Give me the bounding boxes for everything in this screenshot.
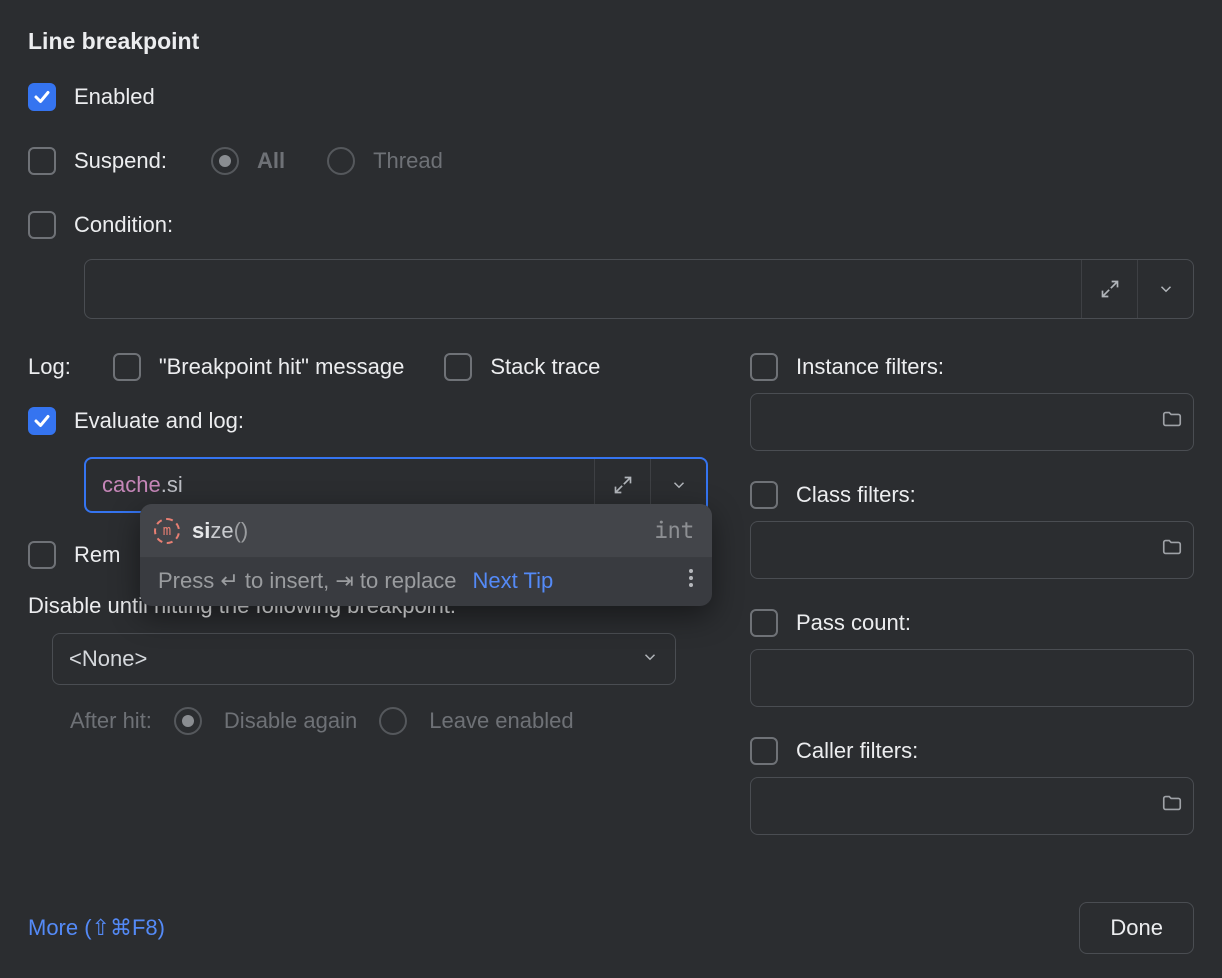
- suspend-all-label: All: [257, 148, 285, 174]
- log-stacktrace-label: Stack trace: [490, 354, 600, 380]
- pass-count-label: Pass count:: [796, 610, 911, 636]
- log-row: Log: "Breakpoint hit" message Stack trac…: [28, 353, 708, 381]
- panel-footer: More (⇧⌘F8) Done: [28, 902, 1194, 954]
- completion-return-type: int: [654, 516, 694, 545]
- instance-filters-label: Instance filters:: [796, 354, 944, 380]
- more-options-icon[interactable]: [678, 568, 704, 594]
- suspend-thread-radio[interactable]: [327, 147, 355, 175]
- condition-field[interactable]: [84, 259, 1194, 319]
- completion-next-tip-link[interactable]: Next Tip: [473, 568, 554, 594]
- enabled-row: Enabled: [28, 83, 1194, 111]
- pass-count-checkbox[interactable]: [750, 609, 778, 637]
- chevron-down-icon[interactable]: [1137, 260, 1193, 318]
- code-token-cache: cache: [102, 472, 161, 498]
- class-filters-checkbox[interactable]: [750, 481, 778, 509]
- disable-until-select[interactable]: <None>: [52, 633, 676, 685]
- condition-checkbox[interactable]: [28, 211, 56, 239]
- instance-filters-checkbox[interactable]: [750, 353, 778, 381]
- class-filters-field[interactable]: [750, 521, 1194, 579]
- instance-filters-row: Instance filters:: [750, 353, 1194, 381]
- chevron-down-icon: [641, 646, 659, 672]
- instance-filters-field[interactable]: [750, 393, 1194, 451]
- caller-filters-field[interactable]: [750, 777, 1194, 835]
- log-stacktrace-checkbox[interactable]: [444, 353, 472, 381]
- completion-item[interactable]: m size() int: [140, 504, 712, 558]
- class-filters-row: Class filters:: [750, 481, 1194, 509]
- completion-hint: Press ↵ to insert, ⇥ to replace Next Tip: [140, 558, 712, 606]
- folder-icon[interactable]: [1161, 792, 1183, 820]
- suspend-label: Suspend:: [74, 148, 167, 174]
- folder-icon[interactable]: [1161, 536, 1183, 564]
- caller-filters-row: Caller filters:: [750, 737, 1194, 765]
- disable-again-radio[interactable]: [174, 707, 202, 735]
- enabled-label: Enabled: [74, 84, 155, 110]
- condition-row: Condition:: [28, 211, 1194, 239]
- log-bphit-checkbox[interactable]: [113, 353, 141, 381]
- pass-count-row: Pass count:: [750, 609, 1194, 637]
- done-button[interactable]: Done: [1079, 902, 1194, 954]
- evaluate-label: Evaluate and log:: [74, 408, 244, 434]
- caller-filters-label: Caller filters:: [796, 738, 918, 764]
- suspend-row: Suspend: All Thread: [28, 147, 1194, 175]
- suspend-checkbox[interactable]: [28, 147, 56, 175]
- caller-filters-checkbox[interactable]: [750, 737, 778, 765]
- log-bphit-label: "Breakpoint hit" message: [159, 354, 405, 380]
- panel-title: Line breakpoint: [28, 28, 1194, 55]
- condition-label: Condition:: [74, 212, 173, 238]
- after-hit-row: After hit: Disable again Leave enabled: [70, 707, 708, 735]
- suspend-thread-label: Thread: [373, 148, 443, 174]
- pass-count-field[interactable]: [750, 649, 1194, 707]
- code-token-si: si: [167, 472, 183, 498]
- leave-enabled-label: Leave enabled: [429, 708, 573, 734]
- evaluate-checkbox[interactable]: [28, 407, 56, 435]
- disable-until-value: <None>: [69, 646, 147, 672]
- suspend-all-radio[interactable]: [211, 147, 239, 175]
- remove-checkbox[interactable]: [28, 541, 56, 569]
- after-hit-label: After hit:: [70, 708, 152, 734]
- class-filters-label: Class filters:: [796, 482, 916, 508]
- completion-hint-text: Press ↵ to insert, ⇥ to replace: [158, 568, 457, 594]
- leave-enabled-radio[interactable]: [379, 707, 407, 735]
- completion-method: size(): [192, 516, 642, 545]
- evaluate-row: Evaluate and log:: [28, 407, 708, 435]
- method-icon: m: [154, 518, 180, 544]
- log-label: Log:: [28, 354, 71, 380]
- remove-label-visible: Rem: [74, 542, 120, 568]
- breakpoint-panel: Line breakpoint Enabled Suspend: All Thr…: [0, 0, 1222, 978]
- disable-again-label: Disable again: [224, 708, 357, 734]
- enabled-checkbox[interactable]: [28, 83, 56, 111]
- folder-icon[interactable]: [1161, 408, 1183, 436]
- more-link[interactable]: More (⇧⌘F8): [28, 915, 165, 941]
- completion-popup: m size() int Press ↵ to insert, ⇥ to rep…: [140, 504, 712, 606]
- expand-icon[interactable]: [1081, 260, 1137, 318]
